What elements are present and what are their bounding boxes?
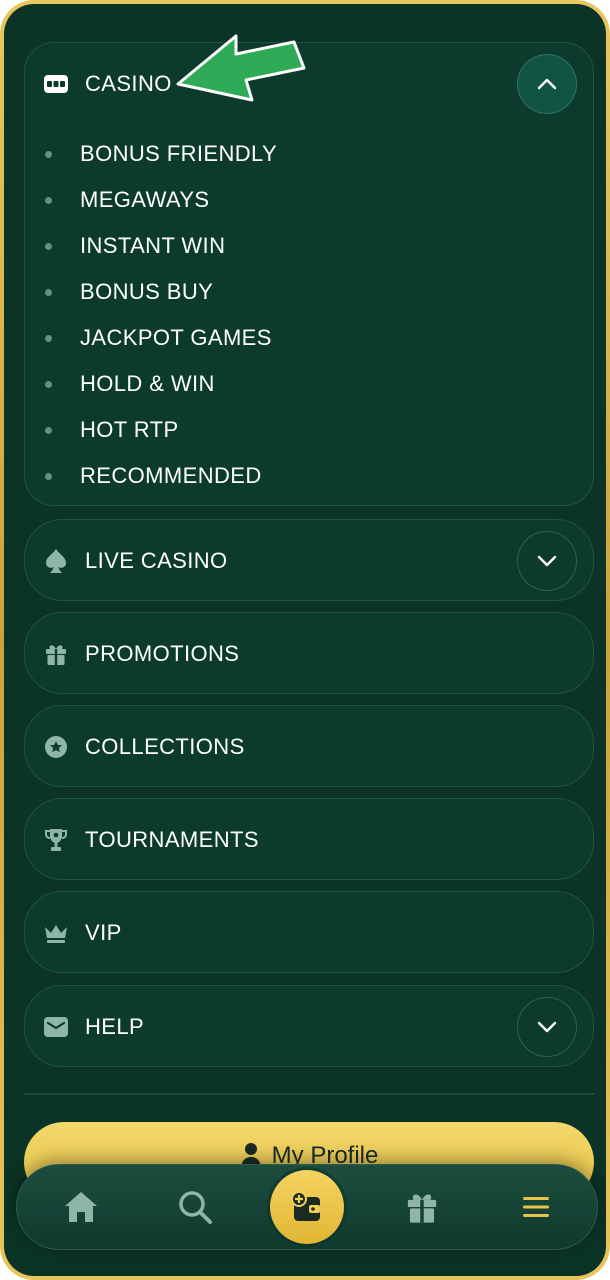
vip-section[interactable]: VIP (24, 891, 594, 973)
crown-icon (43, 920, 69, 946)
submenu-item-hold-and-win[interactable]: HOLD & WIN (25, 361, 593, 407)
submenu-item-megaways[interactable]: MEGAWAYS (25, 177, 593, 223)
help-section[interactable]: HELP (24, 985, 594, 1067)
bullet-dot (45, 288, 52, 296)
casino-label: CASINO (85, 71, 172, 96)
submenu-item-label: HOT RTP (80, 417, 179, 442)
submenu-item-label: HOLD & WIN (80, 371, 215, 396)
submenu-item-label: BONUS BUY (80, 279, 214, 304)
menu-icon[interactable] (508, 1179, 564, 1235)
submenu-item-label: INSTANT WIN (80, 233, 226, 258)
device-frame: CASINO BONUS FRIENDLY MEGAWAYS INSTANT W… (0, 0, 610, 1280)
submenu-item-label: JACKPOT GAMES (80, 325, 272, 350)
bullet-dot (45, 426, 52, 434)
submenu-item-jackpot-games[interactable]: JACKPOT GAMES (25, 315, 593, 361)
submenu-item-label: MEGAWAYS (80, 187, 210, 212)
submenu-item-bonus-friendly[interactable]: BONUS FRIENDLY (25, 131, 593, 177)
wallet-add-icon[interactable] (270, 1170, 344, 1244)
expand-help-button[interactable] (517, 997, 577, 1057)
gift-icon (43, 641, 69, 667)
promotions-section[interactable]: PROMOTIONS (24, 612, 594, 694)
submenu-item-instant-win[interactable]: INSTANT WIN (25, 223, 593, 269)
tournaments-label: TOURNAMENTS (85, 827, 259, 852)
chevron-up-icon (537, 78, 557, 90)
casino-section: CASINO BONUS FRIENDLY MEGAWAYS INSTANT W… (24, 42, 594, 506)
bullet-dot (45, 196, 52, 204)
submenu-item-recommended[interactable]: RECOMMENDED (25, 453, 593, 499)
submenu-item-bonus-buy[interactable]: BONUS BUY (25, 269, 593, 315)
spade-icon (43, 548, 69, 574)
tournaments-section[interactable]: TOURNAMENTS (24, 798, 594, 880)
collections-section[interactable]: COLLECTIONS (24, 705, 594, 787)
live-casino-label: LIVE CASINO (85, 548, 228, 573)
help-label: HELP (85, 1014, 145, 1039)
bullet-dot (45, 380, 52, 388)
slot-machine-icon (43, 71, 69, 97)
bullet-dot (45, 150, 52, 158)
submenu-item-label: BONUS FRIENDLY (80, 141, 278, 166)
submenu-item-label: RECOMMENDED (80, 463, 262, 488)
home-icon[interactable] (53, 1179, 109, 1235)
submenu-item-hot-rtp[interactable]: HOT RTP (25, 407, 593, 453)
bullet-dot (45, 242, 52, 250)
mail-icon (43, 1014, 69, 1040)
live-casino-section[interactable]: LIVE CASINO (24, 519, 594, 601)
chevron-down-icon (537, 555, 557, 567)
chevron-down-icon (537, 1021, 557, 1033)
divider (24, 1093, 594, 1095)
expand-live-casino-button[interactable] (517, 531, 577, 591)
casino-submenu: BONUS FRIENDLY MEGAWAYS INSTANT WIN BONU… (25, 131, 593, 499)
collections-label: COLLECTIONS (85, 734, 245, 759)
vip-label: VIP (85, 920, 122, 945)
annotation-arrow (176, 34, 306, 102)
gift-icon[interactable] (394, 1179, 450, 1235)
bullet-dot (45, 334, 52, 342)
search-icon[interactable] (167, 1179, 223, 1235)
trophy-icon (43, 827, 69, 853)
bullet-dot (45, 472, 52, 480)
bottom-navigation (16, 1164, 598, 1250)
menu-screen: CASINO BONUS FRIENDLY MEGAWAYS INSTANT W… (4, 4, 606, 1276)
star-badge-icon (43, 734, 69, 760)
collapse-casino-button[interactable] (517, 54, 577, 114)
promotions-label: PROMOTIONS (85, 641, 240, 666)
casino-header[interactable]: CASINO (25, 43, 593, 125)
